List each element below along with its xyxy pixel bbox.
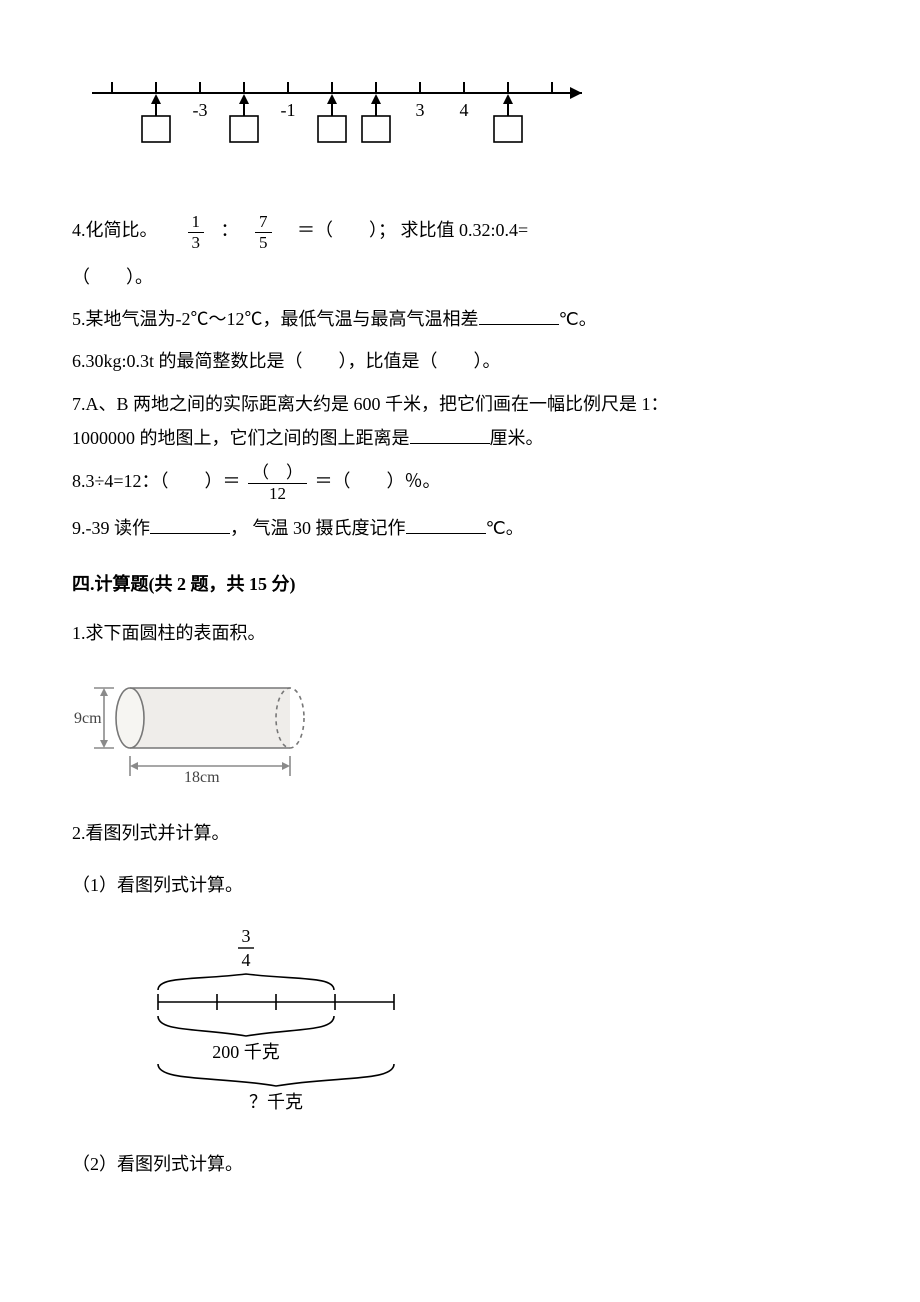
fraction-blank-12: （ ） 12 (248, 463, 307, 503)
calc-q2: 2.看图列式并计算。 (72, 816, 848, 850)
nl-blank-box (142, 94, 170, 142)
q4-line2: （ ）。 (72, 260, 848, 294)
question-7-line2: 1000000 的地图上，它们之间的图上距离是厘米。 (72, 421, 848, 455)
blank-input (150, 514, 230, 534)
fraction-1-3: 1 3 (188, 212, 205, 252)
blank-input (410, 424, 490, 444)
svg-text:18cm: 18cm (184, 769, 220, 786)
blank-input (479, 305, 559, 325)
question-6: 6.30kg:0.3t 的最简整数比是（ ），比值是（ ）。 (72, 344, 848, 378)
question-5: 5.某地气温为-2℃～12℃，最低气温与最高气温相差℃。 (72, 302, 848, 336)
svg-text:4: 4 (460, 100, 469, 120)
svg-text:9cm: 9cm (74, 710, 102, 727)
blank-input (406, 514, 486, 534)
fraction-7-5: 7 5 (255, 212, 272, 252)
section-4-title: 四.计算题(共 2 题，共 15 分) (72, 567, 848, 601)
nl-blank-box (494, 94, 522, 142)
question-8: 8.3÷4=12：（ ）＝ （ ） 12 ＝（ ）％。 (72, 463, 848, 503)
nl-blank-box (362, 94, 390, 142)
svg-text:3: 3 (242, 926, 251, 946)
calc-q2-2: （2）看图列式计算。 (72, 1147, 848, 1181)
svg-text:3: 3 (416, 100, 425, 120)
number-line-svg: -3 -1 3 4 (72, 58, 612, 168)
question-9: 9.-39 读作， 气温 30 摄氏度记作℃。 (72, 511, 848, 545)
number-line-figure: -3 -1 3 4 (72, 58, 848, 168)
brace-figure-1: 3 4 200 千克 ？千克 (138, 924, 848, 1125)
question-4: 4.化简比。 1 3 ： 7 5 ＝（ ）； 求比值 0.32:0.4= (72, 212, 848, 252)
nl-blank-box (230, 94, 258, 142)
q4-prefix: 4.化简比。 (72, 220, 158, 240)
calc-q1: 1.求下面圆柱的表面积。 (72, 616, 848, 650)
svg-text:4: 4 (242, 950, 251, 970)
calc-q2-1: （1）看图列式计算。 (72, 868, 848, 902)
svg-text:？千克: ？千克 (249, 1092, 303, 1112)
question-7-line1: 7.A、B 两地之间的实际距离大约是 600 千米，把它们画在一幅比例尺是 1： (72, 387, 848, 421)
nl-blank-box (318, 94, 346, 142)
svg-text:-1: -1 (281, 100, 296, 120)
svg-text:-3: -3 (193, 100, 208, 120)
cylinder-figure: 9cm 18cm (72, 668, 848, 788)
svg-text:200 千克: 200 千克 (212, 1042, 280, 1062)
